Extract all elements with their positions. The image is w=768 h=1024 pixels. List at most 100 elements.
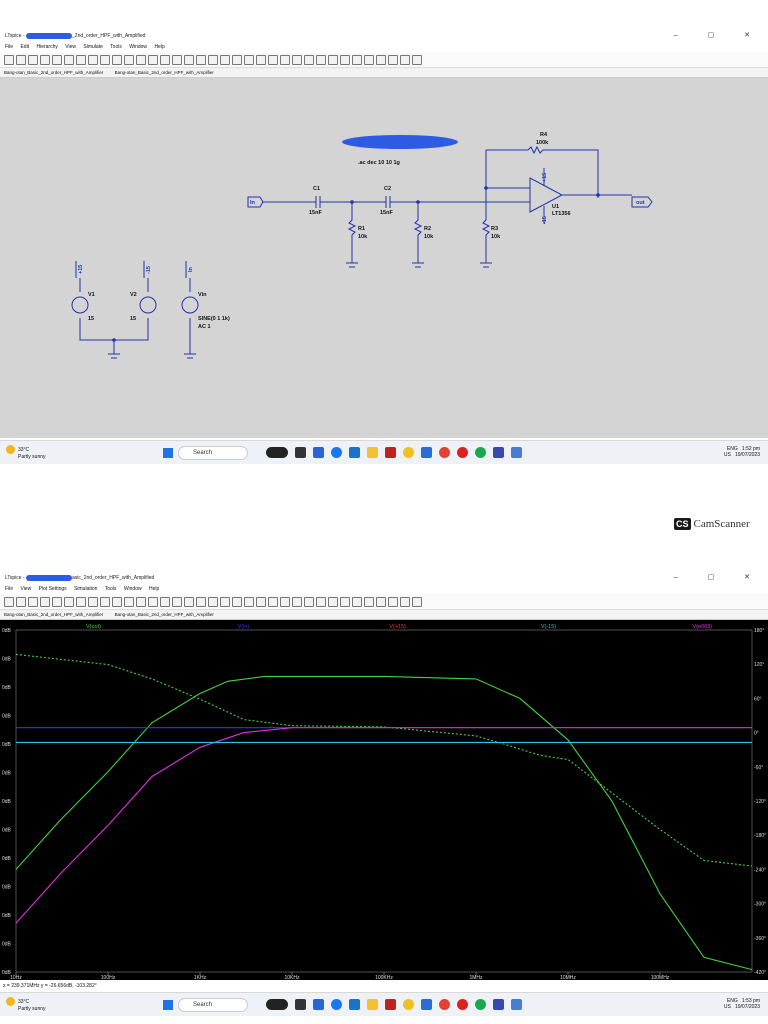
component-icon[interactable]	[316, 54, 326, 65]
menu-tools[interactable]: Tools	[110, 44, 122, 50]
run-icon[interactable]	[4, 596, 14, 607]
window-controls[interactable]: – ▢ ✕	[674, 30, 764, 42]
vin-value[interactable]: SINE(0 1 1k)	[198, 316, 230, 322]
autorange-icon[interactable]	[124, 54, 134, 65]
chrome-icon[interactable]	[439, 447, 450, 458]
taskbar-search[interactable]: Search	[178, 998, 248, 1012]
app-icon[interactable]	[421, 447, 432, 458]
redo-icon[interactable]	[364, 596, 374, 607]
system-tray[interactable]: ENG 1:53 pm US 19/07/2023	[724, 998, 760, 1010]
menu-plot-settings[interactable]: Plot Settings	[39, 586, 67, 592]
r3-value[interactable]: 10k	[491, 234, 501, 240]
zoom-fit-icon[interactable]	[112, 54, 122, 65]
ltspice-icon[interactable]	[493, 999, 504, 1010]
facebook-icon[interactable]	[331, 447, 342, 458]
vin-ref[interactable]: Vin	[198, 292, 207, 298]
c1-ref[interactable]: C1	[313, 186, 320, 192]
halt-icon[interactable]	[64, 54, 74, 65]
ground-icon[interactable]	[244, 596, 254, 607]
ltspice-icon[interactable]	[493, 447, 504, 458]
zoom-in-icon[interactable]	[76, 596, 86, 607]
close-window-icon[interactable]	[160, 596, 170, 607]
menu-hierarchy[interactable]: Hierarchy	[36, 44, 57, 50]
run-icon[interactable]	[4, 54, 14, 65]
resistor-icon[interactable]	[268, 54, 278, 65]
component-icon[interactable]	[316, 596, 326, 607]
close-window-icon[interactable]	[160, 54, 170, 65]
save-icon[interactable]	[28, 596, 38, 607]
c2-value[interactable]: 15nF	[380, 210, 393, 216]
spice-directive[interactable]: .ac dec 10 10 1g	[358, 160, 400, 166]
file-explorer-icon[interactable]	[367, 999, 378, 1010]
spice-directive-icon[interactable]	[412, 54, 422, 65]
rotate-icon[interactable]	[376, 596, 386, 607]
r2-value[interactable]: 10k	[424, 234, 434, 240]
app-icon[interactable]	[403, 447, 414, 458]
drag-icon[interactable]	[340, 54, 350, 65]
opera-icon[interactable]	[457, 447, 468, 458]
save-icon[interactable]	[28, 54, 38, 65]
weather-widget[interactable]: 33°C Partly sunny	[6, 445, 46, 460]
v1-value[interactable]: 15	[88, 316, 94, 322]
menu-help[interactable]: Help	[154, 44, 164, 50]
schematic-canvas[interactable]: .ac dec 10 10 1g In out C1 15nF C2 15nF …	[0, 78, 768, 438]
spice-directive-icon[interactable]	[412, 596, 422, 607]
opera-icon[interactable]	[457, 999, 468, 1010]
mirror-icon[interactable]	[388, 54, 398, 65]
facebook-icon[interactable]	[331, 999, 342, 1010]
r3-ref[interactable]: R3	[491, 226, 498, 232]
ground-icon[interactable]	[244, 54, 254, 65]
undo-icon[interactable]	[352, 54, 362, 65]
tab-waveform[interactable]: Bang-otan_Basic_2nd_order_HPF_with_Ampli…	[115, 612, 214, 617]
cut-icon[interactable]	[172, 596, 182, 607]
text-icon[interactable]	[400, 54, 410, 65]
vin-ac[interactable]: AC 1	[198, 324, 211, 330]
app-icon[interactable]	[511, 447, 522, 458]
find-icon[interactable]	[208, 596, 218, 607]
control-panel-icon[interactable]	[40, 54, 50, 65]
drag-icon[interactable]	[340, 596, 350, 607]
copy-icon[interactable]	[184, 596, 194, 607]
c2-ref[interactable]: C2	[384, 186, 391, 192]
v2-value[interactable]: 15	[130, 316, 136, 322]
inductor-icon[interactable]	[292, 596, 302, 607]
halt-icon[interactable]	[64, 596, 74, 607]
menu-edit[interactable]: Edit	[20, 44, 29, 50]
windows-start-icon[interactable]	[163, 1000, 173, 1010]
zoom-pan-icon[interactable]	[88, 54, 98, 65]
u1-value[interactable]: LT1356	[552, 211, 571, 217]
find-icon[interactable]	[208, 54, 218, 65]
menu-tools[interactable]: Tools	[105, 586, 117, 592]
move-icon[interactable]	[328, 596, 338, 607]
paste-icon[interactable]	[196, 596, 206, 607]
clock-date[interactable]: 19/07/2023	[735, 452, 760, 458]
menu-help[interactable]: Help	[149, 586, 159, 592]
menu-simulation[interactable]: Simulation	[74, 586, 97, 592]
menu-simulate[interactable]: Simulate	[83, 44, 102, 50]
open-icon[interactable]	[16, 54, 26, 65]
app-icon[interactable]	[349, 999, 360, 1010]
menu-view[interactable]: View	[20, 586, 31, 592]
paste-icon[interactable]	[196, 54, 206, 65]
capacitor-icon[interactable]	[280, 54, 290, 65]
cut-icon[interactable]	[172, 54, 182, 65]
task-view-icon[interactable]	[295, 447, 306, 458]
u1-ref[interactable]: U1	[552, 204, 559, 210]
app-icon[interactable]	[475, 447, 486, 458]
v2-ref[interactable]: V2	[130, 292, 137, 298]
label-net-icon[interactable]	[256, 54, 266, 65]
diode-icon[interactable]	[304, 54, 314, 65]
open-icon[interactable]	[16, 596, 26, 607]
file-explorer-icon[interactable]	[367, 447, 378, 458]
windows-start-icon[interactable]	[163, 448, 173, 458]
autorange-icon[interactable]	[124, 596, 134, 607]
r4-value[interactable]: 100k	[536, 140, 549, 146]
menu-window[interactable]: Window	[124, 586, 142, 592]
rotate-icon[interactable]	[376, 54, 386, 65]
zoom-out-icon[interactable]	[100, 596, 110, 607]
diode-icon[interactable]	[304, 596, 314, 607]
tile-icon[interactable]	[136, 54, 146, 65]
app-icon[interactable]	[403, 999, 414, 1010]
wire-icon[interactable]	[232, 54, 242, 65]
print-icon[interactable]	[220, 596, 230, 607]
